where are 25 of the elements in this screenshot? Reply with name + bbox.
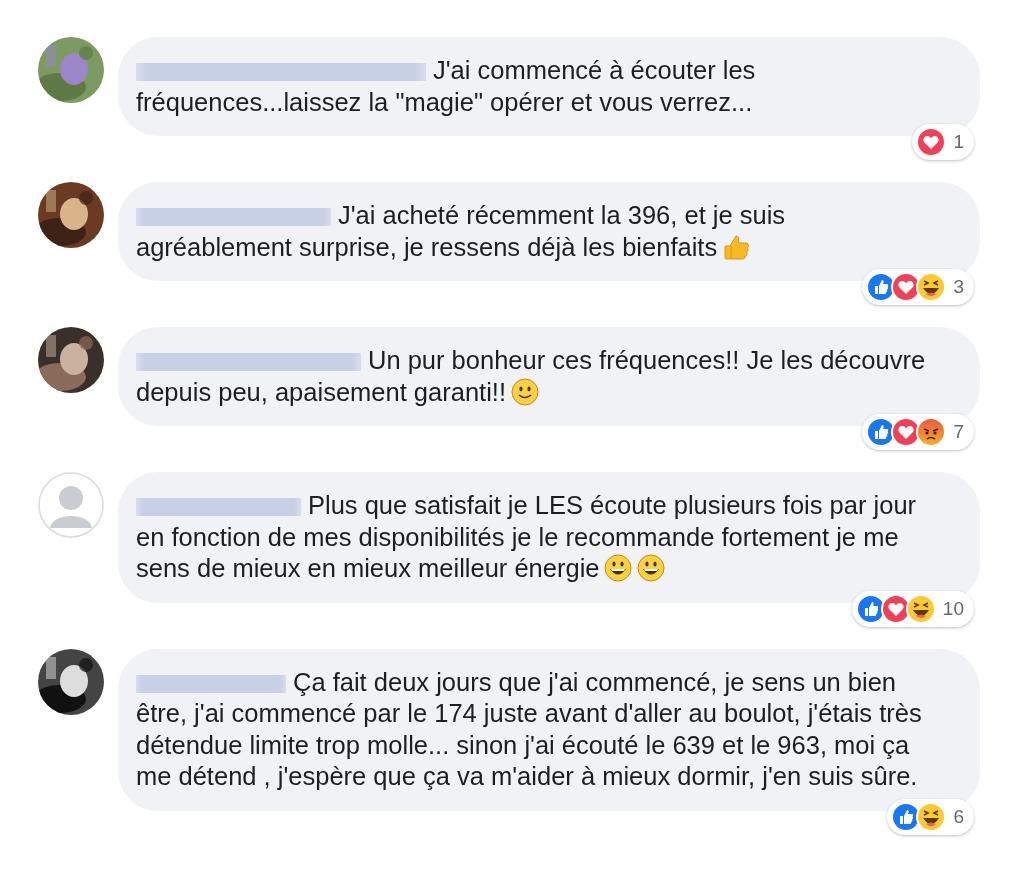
comment-text: Plus que satisfait je LES écoute plusieurs fois par jour en fonction de mes disponibilités je le recommande fortement je me sens de mieux en mieux meilleur énergie (136, 491, 917, 582)
grinning-face-icon (604, 554, 633, 582)
smiley-icon (511, 377, 539, 406)
comment-text: Un pur bonheur ces fréquences!! Je les découvre depuis peu, apaisement garanti!! (136, 346, 926, 406)
grinning-face-icon (637, 554, 666, 582)
reaction-count: 6 (953, 805, 964, 828)
reaction-count: 1 (953, 131, 964, 153)
default-avatar-icon (38, 472, 104, 538)
heart-reaction-icon (916, 127, 947, 157)
laughing-reaction-icon (905, 593, 936, 624)
thumbs-up-icon (722, 232, 751, 261)
reaction-summary[interactable]: 10 (851, 590, 974, 627)
comment-text: J'ai acheté récemment la 396, et je suis agréablement surprise, je ressens déjà les bienfaits (136, 201, 786, 261)
reaction-summary[interactable]: 3 (862, 269, 974, 305)
reaction-summary[interactable]: 1 (912, 124, 974, 160)
reaction-summary[interactable]: 7 (862, 414, 974, 450)
reaction-count: 3 (953, 276, 964, 298)
reaction-count: 7 (953, 421, 964, 443)
reaction-count: 10 (942, 597, 964, 620)
reaction-summary[interactable]: 6 (887, 798, 974, 835)
comment-text: J'ai commencé à écouter les fréquences...laissez la "magie" opérer et vous verrez... (136, 56, 756, 116)
comment-text: Ça fait deux jours que j'ai commencé, je sens un bien être, j'ai commencé par le 174 juste avant d'aller au boulot, j'étais très détendue limite trop molle... sinon j'ai écouté le 639 et le 963, moi ça me détend , j'espère que ça va m'aider à mieux dormir, j'en suis sûre. (136, 667, 922, 790)
laughing-reaction-icon (916, 272, 947, 302)
laughing-reaction-icon (916, 801, 947, 832)
angry-reaction-icon (916, 417, 947, 447)
